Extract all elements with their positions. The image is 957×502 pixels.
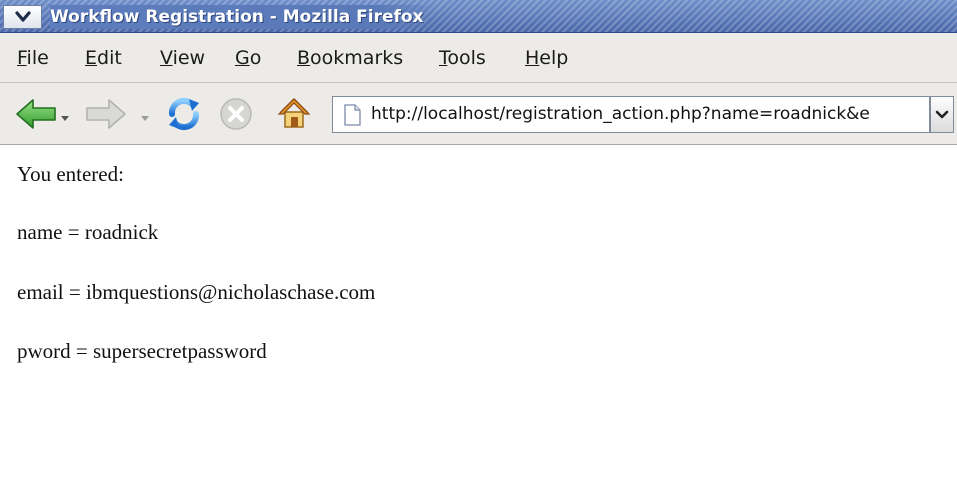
stop-button[interactable] <box>218 96 254 136</box>
menu-help[interactable]: Help <box>525 33 568 83</box>
field-line-email: email = ibmquestions@nicholaschase.com <box>17 280 376 304</box>
back-button[interactable] <box>14 96 58 136</box>
window-menu-button[interactable] <box>3 5 42 29</box>
navigation-toolbar: http://localhost/registration_action.php… <box>0 83 957 145</box>
menu-go[interactable]: Go <box>235 33 261 83</box>
reload-button[interactable] <box>164 94 204 138</box>
dropdown-dot-icon <box>141 116 149 121</box>
url-text[interactable]: http://localhost/registration_action.php… <box>371 97 919 132</box>
page-icon <box>344 104 361 126</box>
back-arrow-icon <box>16 99 56 129</box>
field-line-pword: pword = supersecretpassword <box>17 339 267 363</box>
page-heading: You entered: <box>17 162 124 186</box>
home-button[interactable] <box>274 93 314 137</box>
menu-file[interactable]: File <box>17 33 49 83</box>
menu-bar: File Edit View Go Bookmarks Tools Help <box>0 33 957 83</box>
chevron-down-icon <box>935 110 949 118</box>
url-history-dropdown[interactable] <box>930 96 954 133</box>
forward-arrow-icon <box>86 99 126 129</box>
reload-icon <box>168 97 200 131</box>
dropdown-dot-icon <box>61 116 69 121</box>
menu-tools[interactable]: Tools <box>439 33 486 83</box>
menu-bookmarks[interactable]: Bookmarks <box>297 33 403 83</box>
stop-icon <box>220 98 252 130</box>
url-bar[interactable]: http://localhost/registration_action.php… <box>332 96 930 133</box>
window-title: Workflow Registration - Mozilla Firefox <box>50 5 438 29</box>
forward-history-dropdown[interactable] <box>140 108 150 127</box>
forward-button[interactable] <box>84 96 128 136</box>
field-line-name: name = roadnick <box>17 220 159 244</box>
menu-edit[interactable]: Edit <box>85 33 122 83</box>
window-titlebar: Workflow Registration - Mozilla Firefox <box>0 0 957 33</box>
home-icon <box>277 98 311 128</box>
menu-view[interactable]: View <box>160 33 205 83</box>
back-history-dropdown[interactable] <box>60 108 70 127</box>
chevron-down-icon <box>14 11 31 22</box>
